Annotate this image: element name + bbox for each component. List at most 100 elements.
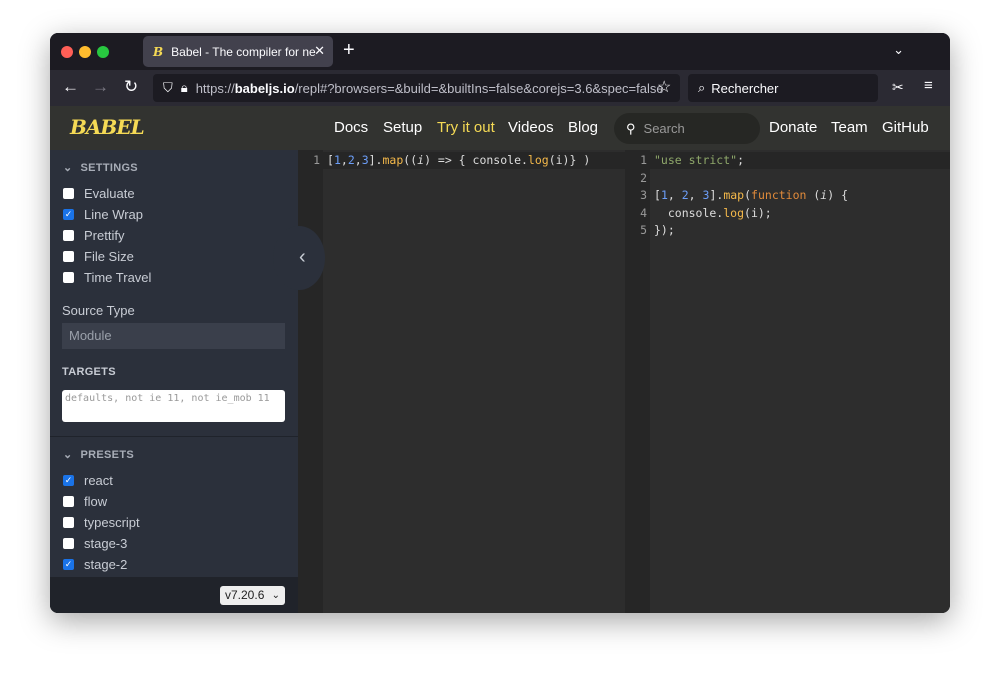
settings-section-header[interactable]: ⌄ SETTINGS	[63, 161, 138, 174]
checkbox-unchecked-icon[interactable]	[63, 188, 74, 199]
tab-title: Babel - The compiler for next generation…	[171, 44, 316, 59]
checkbox-typescript[interactable]: typescript	[63, 515, 140, 530]
code-token: log	[723, 205, 745, 220]
checkbox-stage-2[interactable]: ✓ stage-2	[63, 557, 127, 572]
checkbox-flow[interactable]: flow	[63, 494, 107, 509]
checkbox-label: Line Wrap	[84, 207, 144, 222]
checkbox-label: flow	[84, 494, 108, 509]
checkbox-label: stage-2	[84, 557, 128, 572]
source-type-label: Source Type	[62, 303, 135, 318]
minimize-window-button[interactable]	[79, 46, 91, 58]
line-gutter	[298, 150, 323, 613]
checkbox-unchecked-icon[interactable]	[63, 517, 74, 528]
menu-icon[interactable]: ≡	[924, 77, 933, 94]
url-domain: babeljs.io	[234, 80, 295, 96]
code-token: [	[654, 188, 661, 202]
babel-favicon-icon: B	[153, 44, 164, 59]
checkbox-evaluate[interactable]: Evaluate	[63, 186, 135, 201]
divider	[50, 436, 298, 437]
maximize-window-button[interactable]	[97, 46, 109, 58]
code-token: (	[806, 188, 821, 202]
code-token: ].	[368, 153, 383, 167]
checkbox-label: typescript	[84, 515, 140, 530]
nav-docs[interactable]: Docs	[334, 119, 368, 136]
nav-try-it-out[interactable]: Try it out	[437, 119, 495, 136]
checkbox-checked-icon[interactable]: ✓	[63, 559, 74, 570]
checkbox-unchecked-icon[interactable]	[63, 272, 74, 283]
checkbox-unchecked-icon[interactable]	[63, 538, 74, 549]
targets-textarea[interactable]: defaults, not ie 11, not ie_mob 11	[62, 390, 285, 422]
nav-blog[interactable]: Blog	[568, 119, 598, 136]
browser-tab[interactable]: B Babel - The compiler for next generati…	[143, 36, 333, 67]
code-token: ,	[354, 153, 362, 167]
code-token: 2	[681, 188, 689, 202]
code-token: ].	[709, 188, 724, 202]
code-token: (i)} )	[548, 153, 591, 167]
source-type-select[interactable]: Module	[62, 323, 285, 349]
checkbox-label: Time Travel	[84, 270, 152, 285]
line-number: 1	[640, 153, 647, 167]
output-editor[interactable]: 1 "use strict"; 2 3 [1, 2, 3].map(function (…	[625, 150, 950, 613]
reload-icon[interactable]: ↻	[124, 77, 138, 97]
line-number: 1	[313, 153, 320, 167]
checkbox-unchecked-icon[interactable]	[63, 496, 74, 507]
nav-donate[interactable]: Donate	[769, 119, 817, 136]
back-icon[interactable]: ←	[62, 77, 79, 97]
line-number: 5	[640, 223, 647, 237]
nav-team[interactable]: Team	[831, 119, 868, 136]
code-line: 5});	[625, 222, 950, 239]
url-bar[interactable]: ⛉ 🔒︎ https://babeljs.io/repl#?browsers=&…	[153, 74, 680, 102]
search-placeholder: Search	[643, 121, 685, 136]
browser-search-input[interactable]: ⌕ Rechercher	[688, 74, 878, 102]
collapse-sidebar-button[interactable]: ‹	[273, 226, 325, 290]
forward-icon[interactable]: →	[92, 77, 109, 97]
code-token: 1	[333, 153, 341, 167]
close-tab-icon[interactable]: ✕	[314, 43, 325, 59]
presets-section-header[interactable]: ⌄ PRESETS	[63, 448, 134, 461]
code-line: 3 [1, 2, 3].map(function (i) {	[625, 187, 950, 204]
site-search-input[interactable]: ⚲ Search	[614, 113, 760, 144]
version-value: v7.20.6	[225, 588, 265, 602]
code-line: 1 [1,2,3].map((i) => { console.log(i)} )	[298, 152, 625, 169]
chevron-down-icon: ⌄	[63, 449, 73, 461]
checkbox-stage-3[interactable]: stage-3	[63, 536, 127, 551]
checkbox-checked-icon[interactable]: ✓	[63, 475, 74, 486]
code-token: map	[382, 153, 404, 167]
code-text: console.log(i);	[654, 205, 772, 222]
url-path: /repl#?browsers=&build=&builtIns=false&c…	[294, 80, 664, 96]
code-token: [	[327, 153, 334, 167]
input-editor[interactable]: 1 [1,2,3].map((i) => { console.log(i)} )	[298, 150, 625, 613]
screenshot-icon[interactable]: ✂	[892, 79, 904, 96]
checkbox-unchecked-icon[interactable]	[63, 251, 74, 262]
tab-bar: B Babel - The compiler for next generati…	[50, 33, 950, 70]
checkbox-line-wrap[interactable]: ✓ Line Wrap	[63, 207, 143, 222]
shield-icon[interactable]: ⛉	[163, 80, 173, 96]
code-text: "use strict";	[654, 152, 744, 169]
code-token: console.	[654, 205, 724, 220]
code-token: });	[654, 223, 675, 237]
checkbox-unchecked-icon[interactable]	[63, 230, 74, 241]
code-text: [1,2,3].map((i) => { console.log(i)} )	[327, 152, 590, 169]
checkbox-prettify[interactable]: Prettify	[63, 228, 124, 243]
code-line: 1 "use strict";	[625, 152, 950, 169]
checkbox-checked-icon[interactable]: ✓	[63, 209, 74, 220]
nav-setup[interactable]: Setup	[383, 119, 422, 136]
tab-list-chevron-icon[interactable]: ⌄	[893, 42, 904, 58]
code-token: (	[744, 188, 752, 202]
bookmark-star-icon[interactable]: ☆	[657, 77, 671, 97]
checkbox-file-size[interactable]: File Size	[63, 249, 134, 264]
code-token: ,	[667, 188, 682, 202]
checkbox-react[interactable]: ✓ react	[63, 473, 113, 488]
code-token: "use strict"	[654, 153, 738, 167]
checkbox-time-travel[interactable]: Time Travel	[63, 270, 151, 285]
nav-videos[interactable]: Videos	[508, 119, 554, 136]
presets-title: PRESETS	[80, 449, 134, 461]
close-window-button[interactable]	[61, 46, 73, 58]
targets-label: TARGETS	[62, 366, 116, 378]
version-select[interactable]: v7.20.6 ⌄	[220, 586, 285, 605]
code-token: 3	[361, 153, 369, 167]
code-line: 2	[625, 170, 950, 187]
nav-github[interactable]: GitHub	[882, 119, 929, 136]
babel-logo[interactable]: BABEL	[70, 115, 145, 139]
new-tab-button[interactable]: +	[343, 39, 355, 62]
